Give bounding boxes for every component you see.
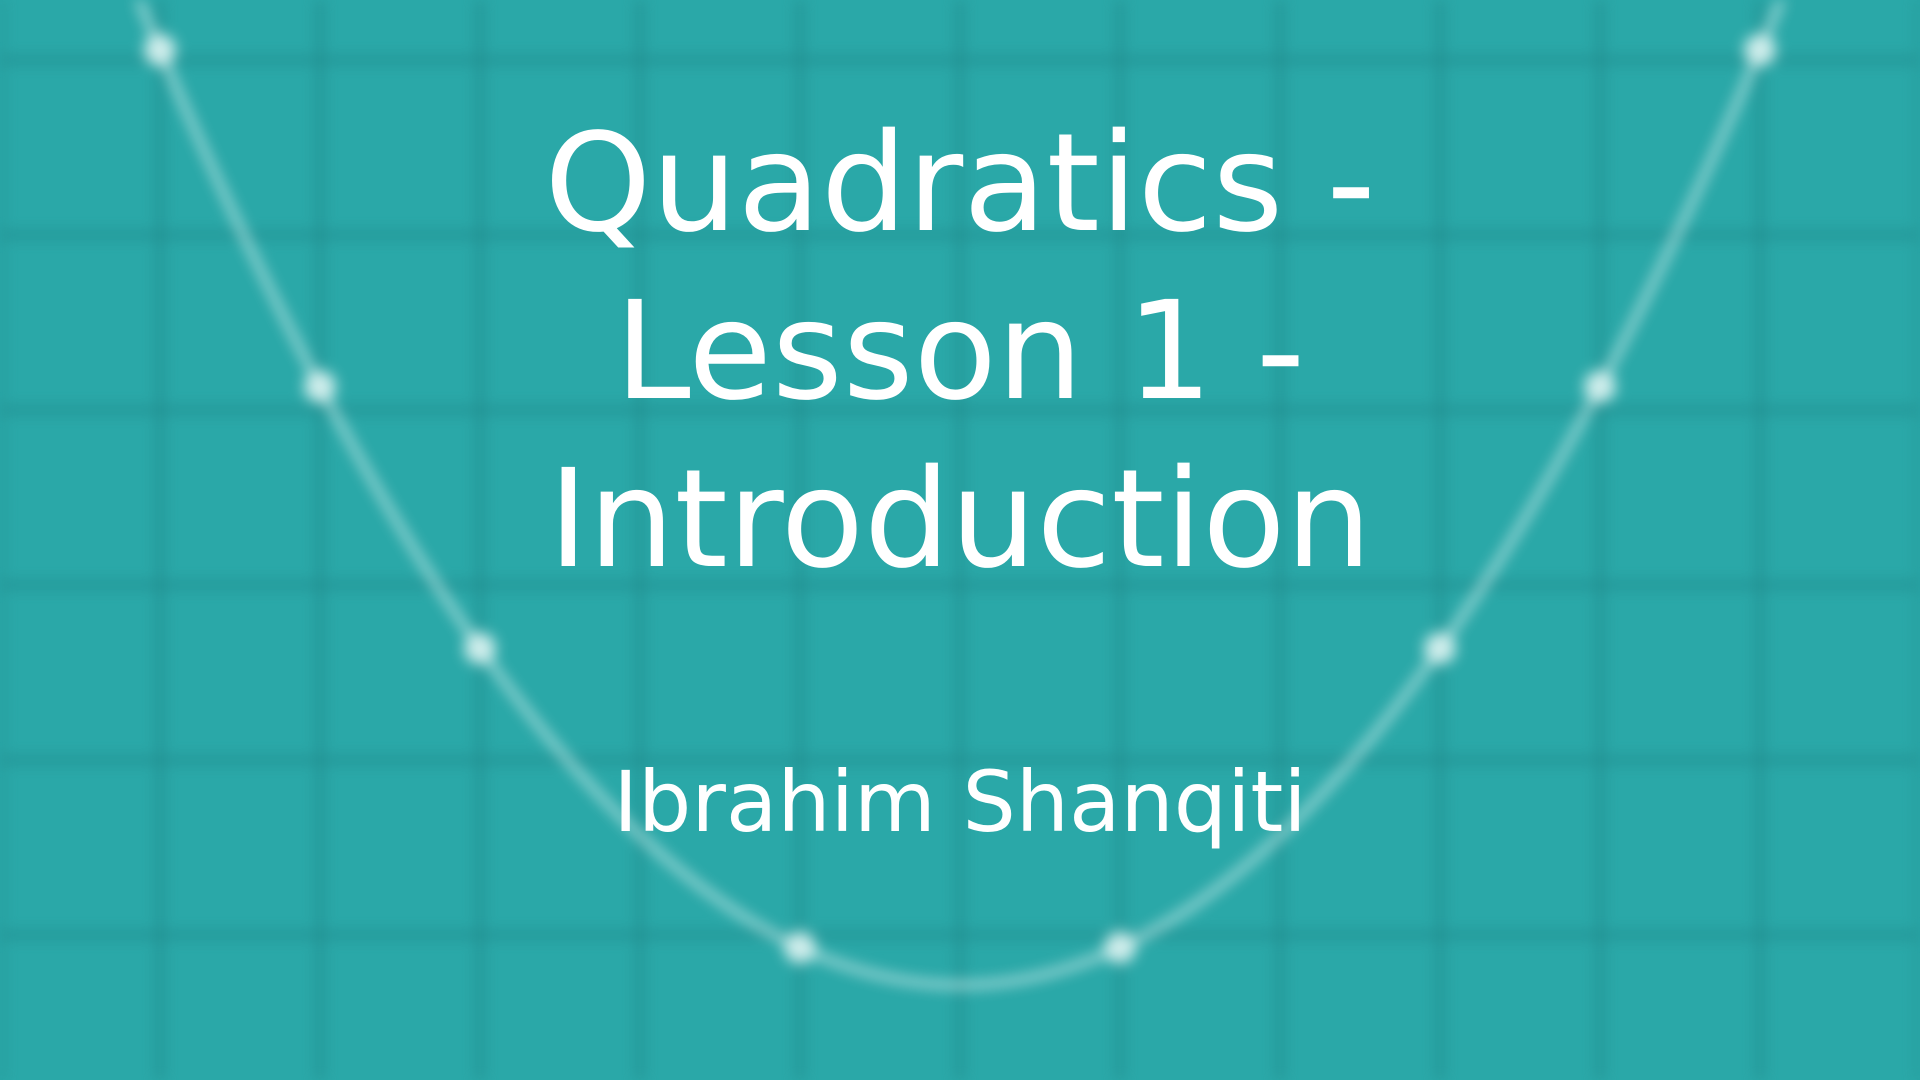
curve-point — [304, 370, 336, 403]
curve-point — [784, 931, 816, 964]
title-line-2: Lesson 1 - — [614, 273, 1306, 431]
curve-point — [1104, 931, 1136, 964]
curve-point — [144, 34, 176, 66]
curve-point — [464, 632, 496, 665]
slide-title: Quadratics - Lesson 1 - Introduction — [460, 100, 1460, 604]
curve-point — [1424, 632, 1456, 665]
title-slide: Quadratics - Lesson 1 - Introduction Ibr… — [0, 0, 1920, 1080]
author-name: Ibrahim Shanqiti — [613, 753, 1307, 851]
title-line-1: Quadratics - — [544, 105, 1376, 263]
curve-point — [1584, 370, 1616, 403]
curve-point — [1744, 34, 1776, 66]
title-line-3: Introduction — [548, 441, 1372, 599]
